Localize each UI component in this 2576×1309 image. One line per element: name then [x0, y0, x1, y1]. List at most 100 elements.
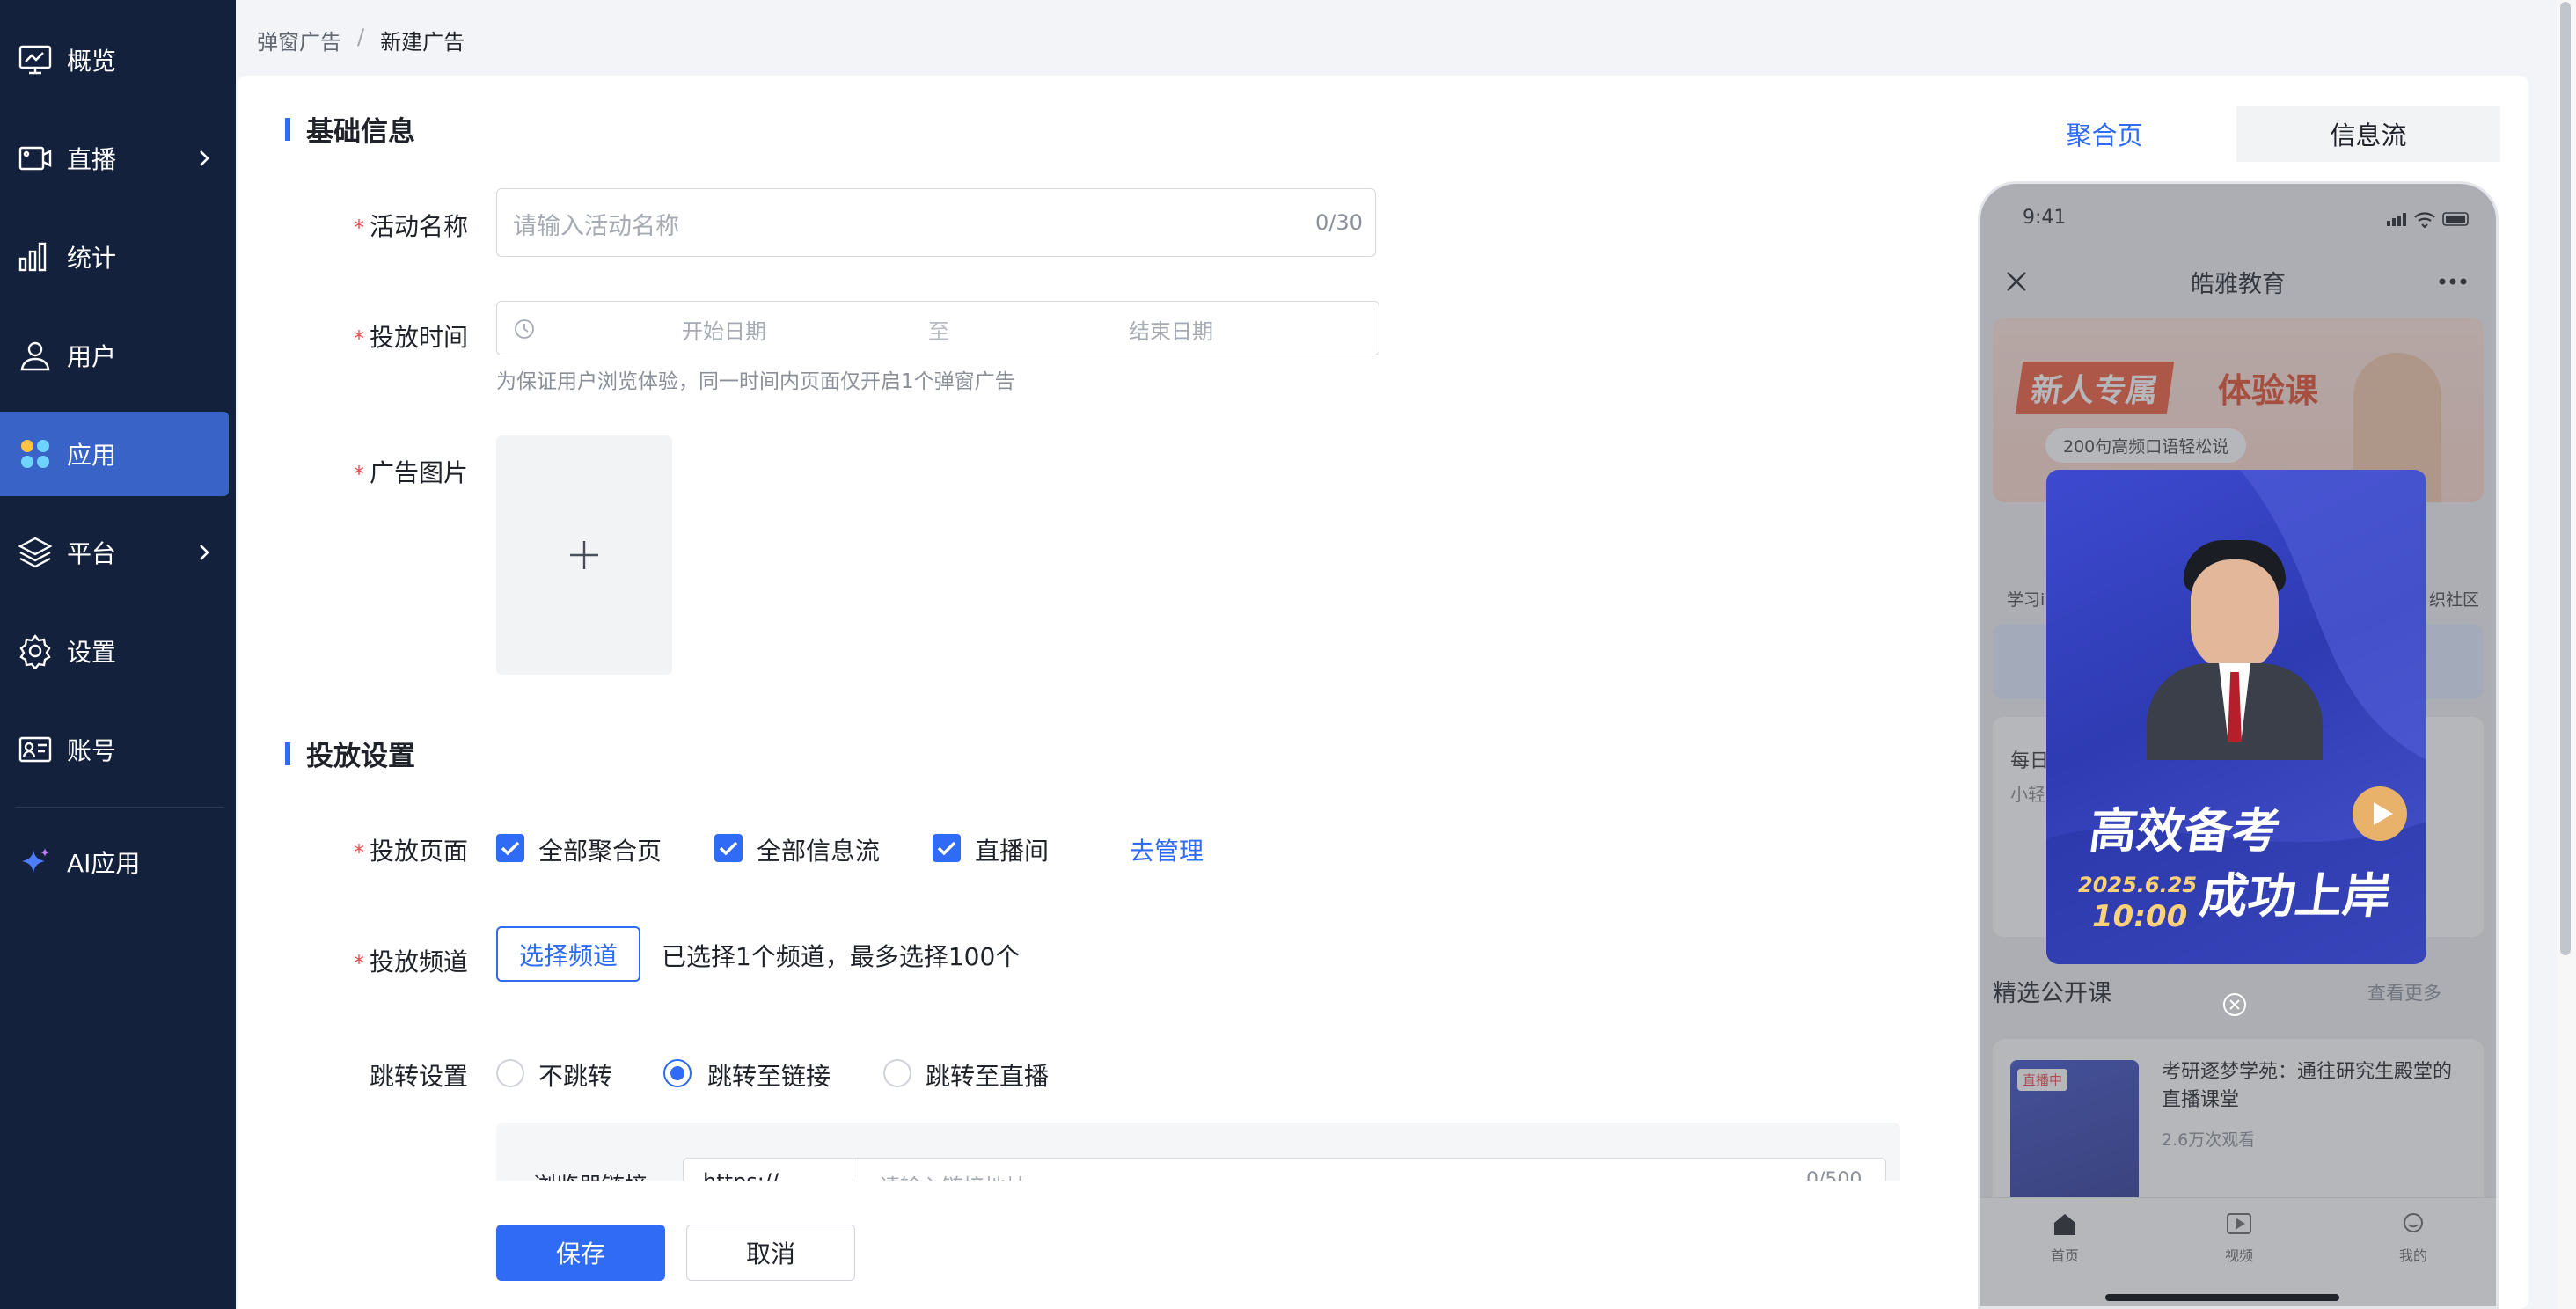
- sparkle-icon: [22, 848, 49, 874]
- section-title-basic: 基础信息: [285, 109, 415, 149]
- radio-label[interactable]: 跳转至链接: [707, 1057, 831, 1093]
- nav-item-ai-apps[interactable]: AI应用: [0, 820, 229, 904]
- manage-link[interactable]: 去管理: [1130, 832, 1204, 867]
- field-label-text: 活动名称: [369, 212, 468, 241]
- chevron-right-icon: [200, 545, 209, 560]
- checkbox-label[interactable]: 全部信息流: [757, 832, 880, 867]
- checkbox-label[interactable]: 全部聚合页: [538, 832, 662, 867]
- page-scrollbar[interactable]: [2557, 0, 2576, 1309]
- nav-divider: [16, 807, 223, 808]
- nav-item-account[interactable]: 账号: [0, 707, 229, 792]
- popup-time: 10:00: [2092, 899, 2188, 934]
- nav-label: AI应用: [67, 849, 141, 878]
- section-title-delivery: 投放设置: [285, 734, 415, 773]
- nav-label: 账号: [67, 736, 117, 765]
- radio-jump-live[interactable]: [883, 1059, 911, 1087]
- breadcrumb: 弹窗广告 / 新建广告: [257, 25, 465, 55]
- date-range-picker[interactable]: 开始日期 至 结束日期: [496, 301, 1379, 355]
- field-label-jump: 跳转设置: [292, 1057, 468, 1093]
- activity-name-counter: 0/30: [1315, 210, 1363, 235]
- clock-icon: [515, 319, 534, 339]
- live-camera-icon: [18, 146, 52, 171]
- nav-item-users[interactable]: 用户: [0, 313, 229, 398]
- link-counter: 0/500: [1806, 1169, 1862, 1181]
- field-label-delivery-time: * 投放时间: [292, 318, 468, 354]
- radio-label[interactable]: 跳转至直播: [926, 1057, 1049, 1093]
- checkbox-label[interactable]: 直播间: [975, 832, 1049, 867]
- nav-item-stats[interactable]: 统计: [0, 215, 229, 299]
- required-mark: *: [353, 840, 364, 865]
- nav-item-apps[interactable]: 应用: [0, 412, 229, 496]
- sidebar: 概览 直播 统计 用户 应用 平台 设置 账号 AI应用: [0, 0, 236, 1309]
- popup-date: 2025.6.25: [2078, 873, 2198, 897]
- play-icon: [2353, 786, 2407, 841]
- nav-label: 平台: [67, 539, 117, 568]
- field-label-text: 跳转设置: [369, 1062, 468, 1091]
- breadcrumb-parent[interactable]: 弹窗广告: [257, 25, 341, 55]
- footer-action-bar: [238, 1181, 1909, 1309]
- delivery-time-hint: 为保证用户浏览体验，同一时间内页面仅开启1个弹窗广告: [496, 370, 1015, 393]
- ad-image-upload[interactable]: [496, 435, 672, 675]
- activity-name-input[interactable]: 请输入活动名称 0/30: [496, 188, 1376, 257]
- home-indicator: [2105, 1294, 2339, 1301]
- monitor-chart-icon: [18, 45, 52, 75]
- checkbox-all-feed[interactable]: [714, 834, 743, 862]
- gear-icon: [19, 634, 51, 669]
- date-range-separator: 至: [928, 319, 949, 344]
- field-label-ad-image: * 广告图片: [292, 454, 468, 489]
- required-mark: *: [353, 951, 364, 976]
- channel-selection-info: 已选择1个频道，最多选择100个: [662, 942, 1021, 971]
- nav-item-live[interactable]: 直播: [0, 116, 229, 201]
- tab-aggregate[interactable]: 聚合页: [1972, 106, 2236, 162]
- required-mark: *: [353, 462, 364, 486]
- field-label-text: 投放页面: [369, 837, 468, 866]
- required-mark: *: [353, 216, 364, 240]
- checkbox-all-aggregate[interactable]: [496, 834, 524, 862]
- nav-label: 用户: [67, 342, 117, 371]
- radio-label[interactable]: 不跳转: [538, 1057, 612, 1093]
- check-icon: [937, 841, 956, 856]
- id-card-icon: [18, 736, 52, 763]
- nav-item-overview[interactable]: 概览: [0, 18, 229, 102]
- bar-chart-icon: [18, 242, 47, 272]
- chevron-right-icon: [200, 150, 209, 166]
- field-label-text: 投放时间: [369, 323, 468, 352]
- radio-no-jump[interactable]: [496, 1059, 524, 1087]
- breadcrumb-separator: /: [357, 25, 365, 49]
- scrollbar-thumb[interactable]: [2560, 2, 2571, 955]
- layers-icon: [18, 537, 53, 568]
- user-icon: [20, 341, 50, 371]
- field-label-delivery-page: * 投放页面: [292, 832, 468, 867]
- apps-grid-icon: [21, 440, 49, 468]
- popup-close-icon[interactable]: [2222, 992, 2247, 1017]
- end-date-placeholder[interactable]: 结束日期: [1129, 314, 1213, 345]
- cancel-button[interactable]: 取消: [686, 1225, 855, 1281]
- protocol-select[interactable]: https://: [703, 1169, 779, 1181]
- check-icon: [719, 841, 738, 856]
- presenter-photo: [2147, 540, 2323, 760]
- section-accent-bar: [285, 117, 290, 141]
- preview-tabs: 聚合页 信息流: [1972, 106, 2500, 162]
- browser-link-label: 浏览器链接: [533, 1168, 648, 1181]
- select-channel-button[interactable]: 选择频道: [496, 926, 640, 982]
- nav-item-settings[interactable]: 设置: [0, 609, 229, 693]
- start-date-placeholder[interactable]: 开始日期: [682, 314, 766, 345]
- nav-item-platform[interactable]: 平台: [0, 510, 229, 595]
- field-label-activity-name: * 活动名称: [292, 208, 468, 243]
- save-button[interactable]: 保存: [496, 1225, 665, 1281]
- tab-feed[interactable]: 信息流: [2236, 106, 2500, 162]
- popup-headline-2: 成功上岸: [2196, 868, 2395, 924]
- nav-label: 统计: [67, 244, 117, 273]
- popup-ad-image[interactable]: 高效备考 2025.6.25 10:00 成功上岸: [2046, 470, 2426, 964]
- breadcrumb-current: 新建广告: [380, 30, 465, 55]
- nav-label: 设置: [67, 638, 117, 667]
- link-input-group[interactable]: https:// 请输入链接地址 0/500: [683, 1158, 1886, 1181]
- checkbox-live-room[interactable]: [933, 834, 961, 862]
- field-label-delivery-channel: * 投放频道: [292, 943, 468, 978]
- nav-label: 直播: [67, 145, 117, 174]
- radio-jump-link[interactable]: [663, 1059, 692, 1087]
- activity-name-placeholder: 请输入活动名称: [513, 213, 679, 240]
- field-label-text: 广告图片: [369, 458, 468, 487]
- check-icon: [501, 841, 520, 856]
- link-settings-panel: 浏览器链接 https:// 请输入链接地址 0/500: [496, 1123, 1900, 1181]
